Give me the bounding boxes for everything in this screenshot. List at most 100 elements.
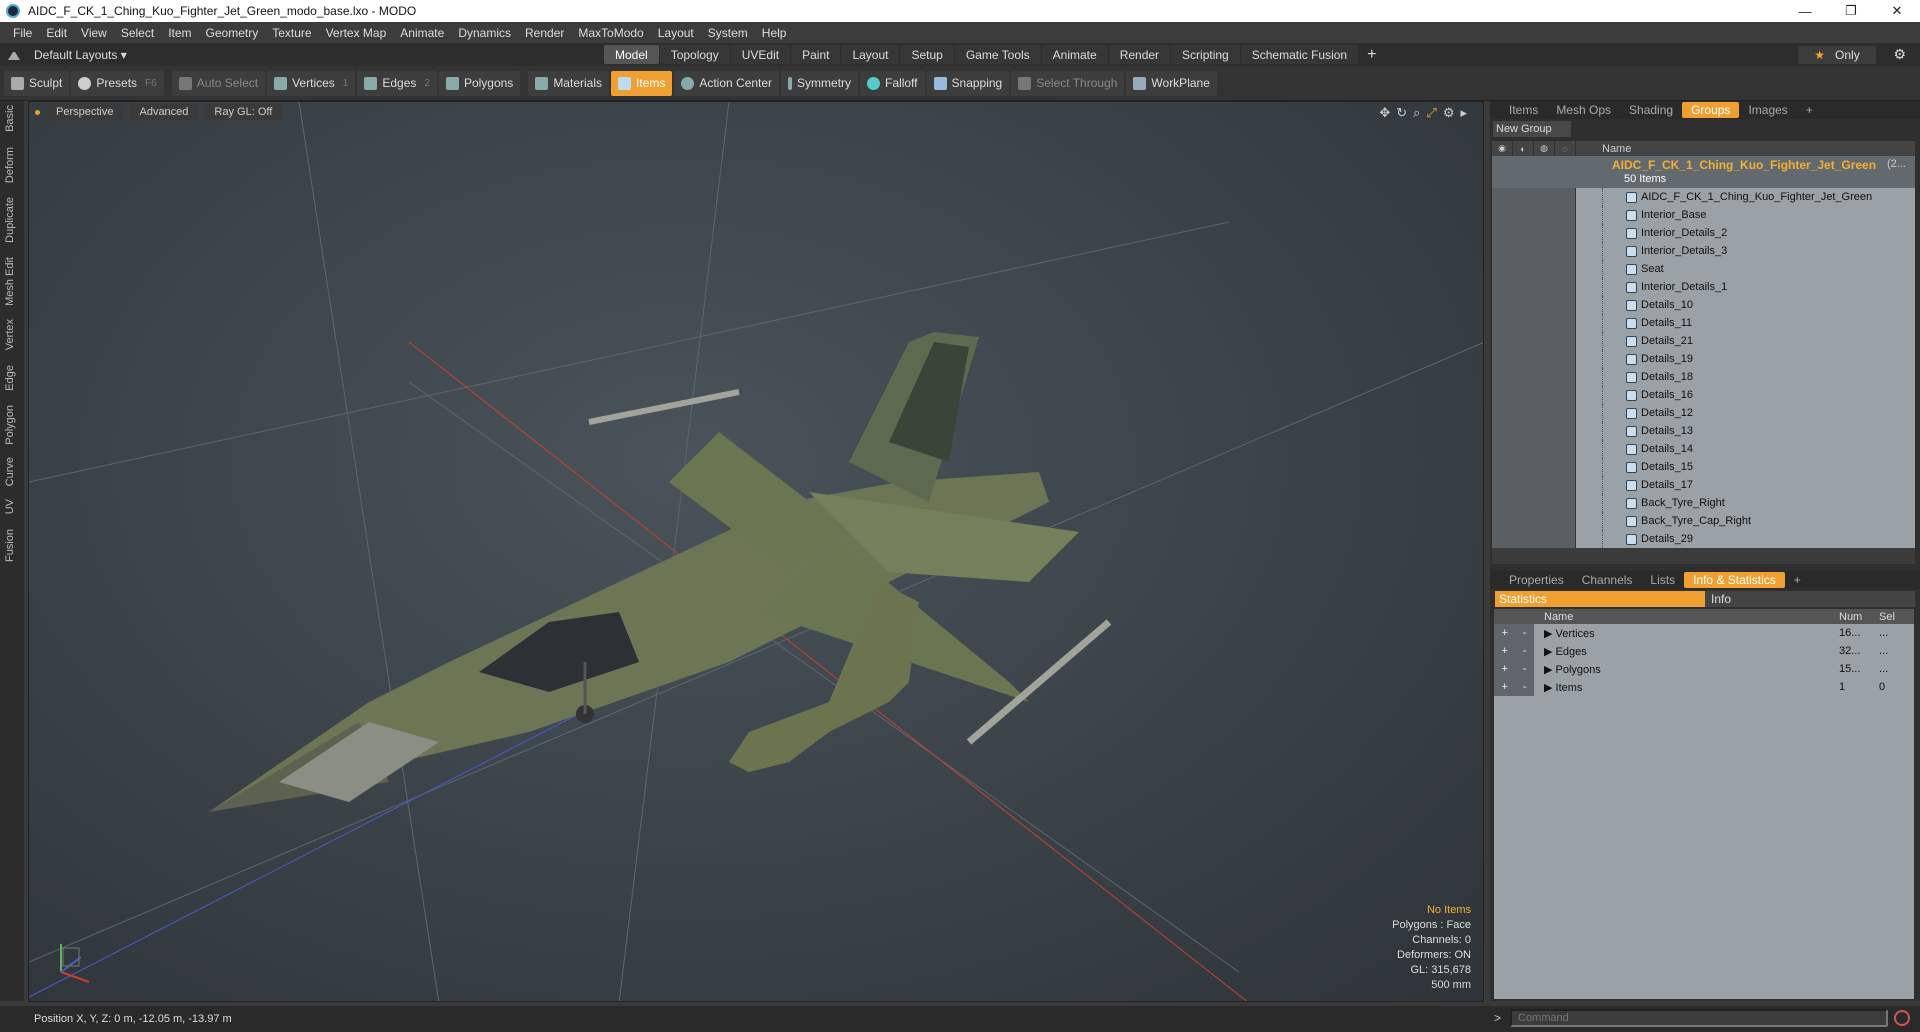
group-item-row[interactable]: Details_12 xyxy=(1492,404,1915,422)
visibility-cells[interactable] xyxy=(1492,458,1576,476)
tab-fusion[interactable]: Fusion xyxy=(4,529,16,562)
tab-render[interactable]: Render xyxy=(1108,45,1171,64)
statistics-tab[interactable]: Statistics xyxy=(1495,591,1705,607)
visibility-cells[interactable] xyxy=(1492,494,1576,512)
zoom-view-icon[interactable]: ⌕ xyxy=(1413,105,1420,121)
record-icon[interactable] xyxy=(1894,1010,1910,1026)
tab-images[interactable]: Images xyxy=(1739,102,1796,118)
tab-uv[interactable]: UV xyxy=(4,499,16,514)
menu-help[interactable]: Help xyxy=(755,26,794,40)
move-view-icon[interactable]: ✥ xyxy=(1379,105,1390,121)
action-center-button[interactable]: Action Center xyxy=(674,70,780,96)
tab-properties[interactable]: Properties xyxy=(1500,572,1573,588)
expand-arrow-icon[interactable]: ▶ xyxy=(1544,682,1556,694)
snapping-button[interactable]: Snapping xyxy=(926,70,1010,96)
menu-texture[interactable]: Texture xyxy=(265,26,318,40)
tab-items[interactable]: Items xyxy=(1500,102,1547,118)
play-icon[interactable]: ▸ xyxy=(1460,105,1467,121)
group-item-row[interactable]: Details_10 xyxy=(1492,296,1915,314)
group-item-row[interactable]: Details_19 xyxy=(1492,350,1915,368)
materials-button[interactable]: Materials xyxy=(528,70,609,96)
group-item-row[interactable]: Details_16 xyxy=(1492,386,1915,404)
render-icon[interactable]: ◍ xyxy=(1534,141,1555,156)
group-item-row[interactable]: Details_18 xyxy=(1492,368,1915,386)
info-tab[interactable]: Info xyxy=(1705,591,1915,607)
workplane-button[interactable]: WorkPlane xyxy=(1126,70,1217,96)
minimize-button[interactable]: — xyxy=(1782,0,1828,22)
tab-mesh-edit[interactable]: Mesh Edit xyxy=(4,257,16,306)
command-input[interactable] xyxy=(1510,1009,1888,1027)
presets-button[interactable]: Presets F6 xyxy=(71,70,164,96)
statistics-row[interactable]: + - ▶ Vertices 16...... xyxy=(1494,624,1914,642)
polygons-button[interactable]: Polygons xyxy=(438,70,521,96)
lock-icon[interactable]: ◐ xyxy=(1513,141,1534,156)
3d-viewport[interactable]: Perspective Advanced Ray GL: Off ✥ ↻ ⌕ ⤢… xyxy=(28,101,1484,1002)
visibility-cells[interactable] xyxy=(1492,512,1576,530)
expand-plus-icon[interactable]: + xyxy=(1501,681,1507,693)
select-icon[interactable]: ◌ xyxy=(1555,141,1576,156)
rotate-view-icon[interactable]: ↻ xyxy=(1396,105,1407,121)
menu-maxtomodo[interactable]: MaxToModo xyxy=(571,26,650,40)
tab-basic[interactable]: Basic xyxy=(4,105,16,132)
group-item-row[interactable]: AIDC_F_CK_1_Ching_Kuo_Fighter_Jet_Green xyxy=(1492,188,1915,206)
select-through-button[interactable]: Select Through xyxy=(1011,70,1125,96)
tab-vertex[interactable]: Vertex xyxy=(4,319,16,350)
new-group-button[interactable]: New Group xyxy=(1493,121,1571,137)
statistics-row[interactable]: + - ▶ Items 1 0 xyxy=(1494,678,1914,696)
menu-layout[interactable]: Layout xyxy=(651,26,701,40)
group-item-row[interactable]: Interior_Details_2 xyxy=(1492,224,1915,242)
menu-file[interactable]: File xyxy=(6,26,39,40)
eye-icon[interactable]: ◉ xyxy=(1492,141,1513,156)
group-item-row[interactable]: Interior_Base xyxy=(1492,206,1915,224)
visibility-cells[interactable] xyxy=(1492,386,1576,404)
group-item-row[interactable]: Interior_Details_1 xyxy=(1492,278,1915,296)
expand-plus-icon[interactable]: + xyxy=(1501,645,1507,657)
tab-setup[interactable]: Setup xyxy=(900,45,954,64)
menu-animate[interactable]: Animate xyxy=(393,26,451,40)
fit-view-icon[interactable]: ⤢ xyxy=(1426,105,1436,121)
falloff-button[interactable]: Falloff xyxy=(860,70,925,96)
collapse-minus-icon[interactable]: - xyxy=(1523,645,1527,657)
vertices-button[interactable]: Vertices 1 xyxy=(267,70,356,96)
add-panel-tab-button[interactable]: + xyxy=(1797,102,1822,118)
tab-layout[interactable]: Layout xyxy=(841,45,900,64)
group-item-row[interactable]: Interior_Details_3 xyxy=(1492,242,1915,260)
tab-edge[interactable]: Edge xyxy=(4,365,16,391)
tab-animate[interactable]: Animate xyxy=(1041,45,1108,64)
maximize-button[interactable]: ❐ xyxy=(1828,0,1874,22)
only-button[interactable]: ★ Only xyxy=(1798,46,1876,64)
edges-button[interactable]: Edges 2 xyxy=(357,70,437,96)
visibility-cells[interactable] xyxy=(1492,314,1576,332)
group-item-row[interactable]: Back_Tyre_Right xyxy=(1492,494,1915,512)
tab-duplicate[interactable]: Duplicate xyxy=(4,197,16,243)
visibility-cells[interactable] xyxy=(1492,422,1576,440)
visibility-cells[interactable] xyxy=(1492,332,1576,350)
visibility-cells[interactable] xyxy=(1492,350,1576,368)
expand-arrow-icon[interactable]: ▶ xyxy=(1544,646,1556,658)
group-item-row[interactable]: Details_29 xyxy=(1492,530,1915,548)
advanced-button[interactable]: Advanced xyxy=(129,104,199,120)
collapse-minus-icon[interactable]: - xyxy=(1523,681,1527,693)
tab-topology[interactable]: Topology xyxy=(659,45,730,64)
menu-select[interactable]: Select xyxy=(114,26,161,40)
visibility-cells[interactable] xyxy=(1492,260,1576,278)
gear-icon[interactable]: ⚙ xyxy=(1893,46,1906,63)
tab-schematic-fusion[interactable]: Schematic Fusion xyxy=(1240,45,1359,64)
tab-deform[interactable]: Deform xyxy=(4,147,16,183)
visibility-cells[interactable] xyxy=(1492,224,1576,242)
tab-groups[interactable]: Groups xyxy=(1682,102,1740,118)
menu-dynamics[interactable]: Dynamics xyxy=(451,26,518,40)
group-item-row[interactable]: Details_17 xyxy=(1492,476,1915,494)
items-button[interactable]: Items xyxy=(611,70,673,96)
expand-arrow-icon[interactable]: ▶ xyxy=(1544,664,1556,676)
visibility-cells[interactable] xyxy=(1492,188,1576,206)
statistics-row[interactable]: + - ▶ Edges 32...... xyxy=(1494,642,1914,660)
group-item-row[interactable]: Details_11 xyxy=(1492,314,1915,332)
symmetry-button[interactable]: Symmetry xyxy=(781,70,859,96)
visibility-cells[interactable] xyxy=(1492,440,1576,458)
menu-item[interactable]: Item xyxy=(161,26,198,40)
viewport-menu-dot[interactable] xyxy=(35,109,40,115)
group-item-row[interactable]: Back_Tyre_Cap_Right xyxy=(1492,512,1915,530)
visibility-cells[interactable] xyxy=(1492,530,1576,548)
expand-arrow-icon[interactable]: ▶ xyxy=(1544,628,1556,640)
